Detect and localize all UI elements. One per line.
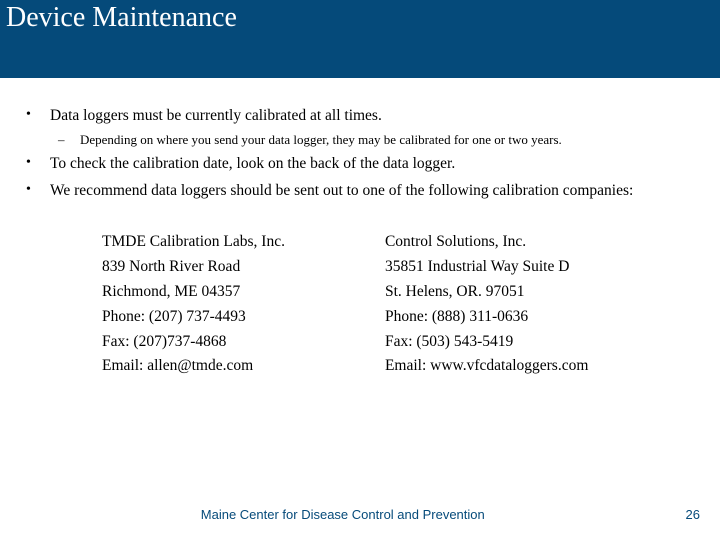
company-phone: Phone: (207) 737-4493 (102, 305, 285, 330)
company-right: Control Solutions, Inc. 35851 Industrial… (385, 230, 588, 379)
bullet-item: We recommend data loggers should be sent… (16, 181, 704, 202)
companies-row: TMDE Calibration Labs, Inc. 839 North Ri… (102, 230, 704, 379)
company-addr2: Richmond, ME 04357 (102, 280, 285, 305)
company-addr1: 35851 Industrial Way Suite D (385, 255, 588, 280)
company-fax: Fax: (207)737-4868 (102, 330, 285, 355)
bullet-item: To check the calibration date, look on t… (16, 154, 704, 175)
company-fax: Fax: (503) 543-5419 (385, 330, 588, 355)
bullet-text: To check the calibration date, look on t… (50, 155, 455, 172)
bullet-list: Data loggers must be currently calibrate… (16, 106, 704, 202)
company-email: Email: www.vfcdataloggers.com (385, 354, 588, 379)
slide-title-bar: Device Maintenance (0, 0, 720, 78)
company-name: TMDE Calibration Labs, Inc. (102, 230, 285, 255)
company-addr2: St. Helens, OR. 97051 (385, 280, 588, 305)
bullet-text: Data loggers must be currently calibrate… (50, 107, 382, 124)
company-addr1: 839 North River Road (102, 255, 285, 280)
footer: Maine Center for Disease Control and Pre… (0, 507, 720, 522)
company-phone: Phone: (888) 311-0636 (385, 305, 588, 330)
bullet-item: Data loggers must be currently calibrate… (16, 106, 704, 148)
sub-bullet-item: Depending on where you send your data lo… (50, 131, 704, 149)
slide-title: Device Maintenance (6, 2, 237, 33)
bullet-text: We recommend data loggers should be sent… (50, 182, 633, 199)
slide-content: Data loggers must be currently calibrate… (0, 78, 720, 379)
sub-bullet-list: Depending on where you send your data lo… (50, 131, 704, 149)
footer-org: Maine Center for Disease Control and Pre… (0, 507, 686, 522)
page-number: 26 (686, 507, 700, 522)
company-left: TMDE Calibration Labs, Inc. 839 North Ri… (102, 230, 285, 379)
company-name: Control Solutions, Inc. (385, 230, 588, 255)
sub-bullet-text: Depending on where you send your data lo… (80, 132, 562, 147)
company-email: Email: allen@tmde.com (102, 354, 285, 379)
